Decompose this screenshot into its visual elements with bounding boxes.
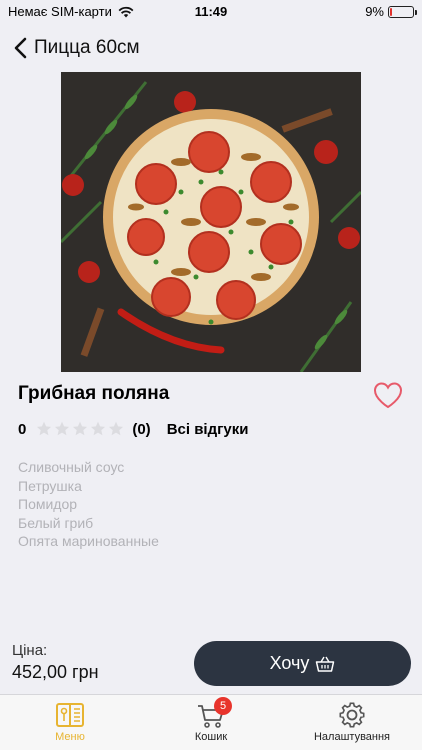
tab-cart-label: Кошик: [194, 731, 228, 743]
clock: 11:49: [194, 4, 228, 19]
star-icon: [91, 421, 106, 436]
tab-settings-label: Налаштування: [313, 731, 391, 743]
battery-group: 9%: [365, 4, 417, 19]
star-icon: [73, 421, 88, 436]
cart-icon-wrap: 5: [196, 697, 232, 729]
status-bar: Немає SIM-карти 11:49 9%: [0, 0, 422, 24]
star-icon: [109, 421, 124, 436]
rating-stars: [36, 421, 124, 437]
navigation-bar: Пицца 60см: [0, 30, 422, 66]
want-button[interactable]: Хочу: [194, 641, 411, 686]
gear-icon: [339, 702, 365, 728]
battery-icon: [388, 5, 417, 18]
tab-cart[interactable]: 5 Кошик: [156, 697, 266, 749]
page-title: Пицца 60см: [34, 37, 140, 58]
tab-bar: Меню 5 Кошик Налаштування: [0, 694, 422, 750]
tab-menu[interactable]: Меню: [15, 701, 125, 749]
ingredients-list: Сливочный соус Петрушка Помидор Белый гр…: [18, 458, 159, 551]
rating-row: 0 (0) Всі відгуки: [18, 419, 248, 439]
battery-level: [390, 7, 392, 16]
ingredient-item: Помидор: [18, 496, 78, 512]
star-icon: [55, 421, 70, 436]
ingredient-item: Сливочный соус: [18, 459, 125, 475]
price-value: 452,00 грн: [12, 662, 99, 682]
battery-percent: 9%: [365, 4, 384, 19]
heart-icon[interactable]: [372, 380, 404, 410]
tab-menu-label: Меню: [55, 731, 85, 743]
basket-icon: [316, 656, 335, 672]
ingredient-item: Опята маринованные: [18, 533, 159, 549]
want-button-label: Хочу: [269, 653, 310, 673]
product-image: [61, 72, 361, 372]
cart-badge: 5: [214, 697, 232, 715]
tab-settings[interactable]: Налаштування: [297, 701, 407, 749]
star-icon: [37, 421, 52, 436]
back-chevron-icon[interactable]: [6, 30, 34, 66]
review-count: (0): [132, 420, 151, 438]
price-label: Ціна:: [12, 642, 48, 659]
all-reviews-link[interactable]: Всі відгуки: [167, 421, 249, 438]
ingredient-item: Белый гриб: [18, 514, 94, 531]
ingredient-item: Петрушка: [18, 477, 82, 494]
product-name: Грибная поляна: [18, 383, 170, 404]
rating-value: 0: [18, 420, 27, 438]
menu-book-icon: [56, 703, 84, 727]
